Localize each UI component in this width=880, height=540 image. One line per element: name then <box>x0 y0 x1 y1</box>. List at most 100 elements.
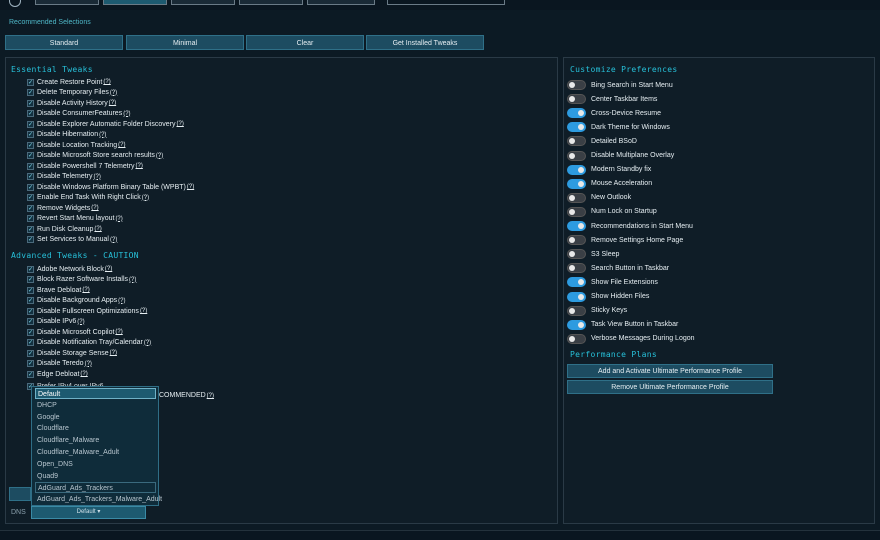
help-icon[interactable]: (?) <box>142 195 149 201</box>
preference-toggle-row[interactable]: Modern Standby fix <box>567 164 651 176</box>
dns-option[interactable]: Cloudflare_Malware_Adult <box>35 447 156 458</box>
tweak-item[interactable]: ✓ Set Services to Manual (?) <box>27 235 117 245</box>
toggle-switch[interactable] <box>567 150 586 161</box>
toggle-switch[interactable] <box>567 94 586 105</box>
toggle-switch[interactable] <box>567 192 586 203</box>
preference-toggle-row[interactable]: Search Button in Taskbar <box>567 262 669 274</box>
checkbox[interactable]: ✓ <box>27 131 34 138</box>
preference-toggle-row[interactable]: Dark Theme for Windows <box>567 121 670 133</box>
help-icon[interactable]: (?) <box>103 79 110 85</box>
tab-button-4[interactable] <box>239 0 303 5</box>
clear-button[interactable]: Clear <box>246 35 364 50</box>
help-icon[interactable]: (?) <box>80 371 87 377</box>
tweak-item[interactable]: ✓ Adobe Network Block (?) <box>27 264 112 274</box>
toggle-switch[interactable] <box>567 164 586 175</box>
dns-option[interactable]: Cloudflare <box>35 423 156 434</box>
get-installed-tweaks-button[interactable]: Get Installed Tweaks <box>366 35 484 50</box>
toggle-switch[interactable] <box>567 136 586 147</box>
help-icon[interactable]: (?) <box>118 298 125 304</box>
checkbox[interactable]: ✓ <box>27 141 34 149</box>
checkbox[interactable]: ✓ <box>27 286 34 294</box>
help-icon[interactable]: (?) <box>110 350 117 356</box>
preference-toggle-row[interactable]: Show Hidden Files <box>567 291 649 303</box>
tweak-item[interactable]: ✓ Run Disk Cleanup (?) <box>27 224 102 234</box>
dns-option[interactable]: Cloudflare_Malware <box>35 435 156 446</box>
checkbox[interactable]: ✓ <box>27 297 34 304</box>
checkbox[interactable]: ✓ <box>27 204 34 212</box>
toggle-switch[interactable] <box>567 122 586 133</box>
preference-toggle-row[interactable]: Show File Extensions <box>567 276 658 288</box>
preference-toggle-row[interactable]: Center Taskbar Items <box>567 93 657 105</box>
tweak-item[interactable]: ✓ Delete Temporary Files (?) <box>27 88 117 98</box>
search-box[interactable] <box>387 0 505 5</box>
checkbox[interactable]: ✓ <box>27 276 34 283</box>
help-icon[interactable]: (?) <box>123 111 130 117</box>
toggle-switch[interactable] <box>567 263 586 274</box>
checkbox[interactable]: ✓ <box>27 194 34 201</box>
tweak-item[interactable]: ✓ Disable Microsoft Copilot (?) <box>27 327 123 337</box>
checkbox[interactable]: ✓ <box>27 110 34 117</box>
tweak-item[interactable]: ✓ Disable Explorer Automatic Folder Disco… <box>27 119 184 129</box>
tweak-item[interactable]: ✓ Brave Debloat (?) <box>27 285 90 295</box>
help-icon[interactable]: (?) <box>94 174 101 180</box>
toggle-switch[interactable] <box>567 80 586 90</box>
help-icon[interactable]: (?) <box>156 153 163 159</box>
preference-toggle-row[interactable]: Bing Search in Start Menu <box>567 79 673 91</box>
toggle-switch[interactable] <box>567 249 586 260</box>
checkbox[interactable]: ✓ <box>27 370 34 378</box>
preference-toggle-row[interactable]: New Outlook <box>567 192 631 204</box>
checkbox[interactable]: ✓ <box>27 236 34 243</box>
toggle-switch[interactable] <box>567 319 586 330</box>
tweak-item[interactable]: ✓ Disable Background Apps (?) <box>27 296 126 306</box>
preference-toggle-row[interactable]: S3 Sleep <box>567 248 619 260</box>
checkbox[interactable]: ✓ <box>27 152 34 159</box>
tweak-item[interactable]: ✓ Disable Fullscreen Optimizations (?) <box>27 306 147 316</box>
tweak-item[interactable]: ✓ Disable Storage Sense (?) <box>27 348 117 358</box>
help-icon[interactable]: (?) <box>110 237 117 243</box>
help-icon[interactable]: (?) <box>105 266 112 272</box>
preference-toggle-row[interactable]: Mouse Acceleration <box>567 178 652 190</box>
help-icon[interactable]: (?) <box>118 142 125 148</box>
dns-select[interactable]: Default ▾ <box>31 506 146 519</box>
preference-toggle-row[interactable]: Cross-Device Resume <box>567 107 661 119</box>
dns-option[interactable]: AdGuard_Ads_Trackers_Malware_Adult <box>35 494 162 505</box>
tweak-item[interactable]: ✓ Disable IPv6 (?) <box>27 317 85 327</box>
tweak-item[interactable]: ✓ Enable End Task With Right Click (?) <box>27 193 149 203</box>
tweak-item[interactable]: ✓ Disable Notification Tray/Calendar (?) <box>27 338 151 348</box>
checkbox[interactable]: ✓ <box>27 78 34 86</box>
toggle-switch[interactable] <box>567 291 586 302</box>
tweak-item[interactable]: ✓ Create Restore Point (?) <box>27 77 111 87</box>
toggle-switch[interactable] <box>567 206 586 217</box>
tweak-item[interactable]: ✓ Disable Activity History (?) <box>27 98 116 108</box>
help-icon[interactable]: (?) <box>144 340 151 346</box>
dns-option[interactable]: Default <box>35 388 156 399</box>
tweak-item[interactable]: ✓ Block Razer Software Installs (?) <box>27 275 136 285</box>
help-icon[interactable]: (?) <box>85 361 92 367</box>
help-icon[interactable]: (?) <box>91 205 98 211</box>
tweak-item[interactable]: ✓ Disable Windows Platform Binary Table (… <box>27 182 194 192</box>
tweak-item[interactable]: ✓ Disable Teredo (?) <box>27 359 92 369</box>
tab-button-3[interactable] <box>171 0 235 5</box>
preference-toggle-row[interactable]: Task View Button in Taskbar <box>567 319 678 331</box>
dns-option[interactable]: Quad9 <box>35 471 156 482</box>
checkbox[interactable]: ✓ <box>27 360 34 367</box>
checkbox[interactable]: ✓ <box>27 183 34 191</box>
help-icon[interactable]: (?) <box>140 308 147 314</box>
checkbox[interactable]: ✓ <box>27 265 34 273</box>
tab-button-2[interactable] <box>103 0 167 5</box>
help-icon[interactable]: (?) <box>115 216 122 222</box>
toggle-switch[interactable] <box>567 108 586 119</box>
help-icon[interactable]: (?) <box>136 163 143 169</box>
minimal-button[interactable]: Minimal <box>126 35 244 50</box>
tweak-item[interactable]: ✓ Disable Powershell 7 Telemetry (?) <box>27 161 143 171</box>
help-icon[interactable]: (?) <box>187 184 194 190</box>
tab-button-1[interactable] <box>35 0 99 5</box>
toggle-switch[interactable] <box>567 221 586 231</box>
toggle-switch[interactable] <box>567 235 586 246</box>
help-icon[interactable]: (?) <box>94 226 101 232</box>
toggle-switch[interactable] <box>567 305 586 316</box>
dns-option[interactable]: Open_DNS <box>35 459 156 470</box>
tweak-item[interactable]: ✓ Disable ConsumerFeatures (?) <box>27 109 131 119</box>
preference-toggle-row[interactable]: Recommendations in Start Menu <box>567 220 693 232</box>
tweak-item[interactable]: ✓ Edge Debloat (?) <box>27 369 88 379</box>
